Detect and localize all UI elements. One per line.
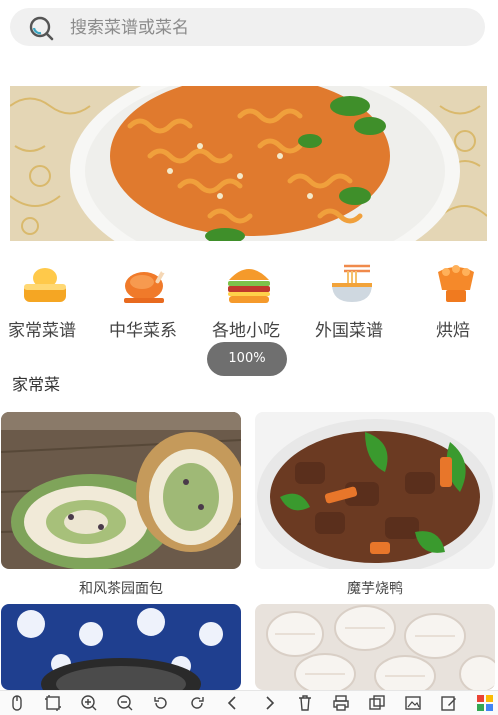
- image-viewer-toolbar: [0, 690, 498, 715]
- category-chinese-cuisine[interactable]: 中华菜系: [98, 258, 188, 348]
- noodle-bowl-icon: [332, 264, 372, 302]
- category-baking[interactable]: 烘焙: [408, 258, 498, 348]
- category-home-cooking[interactable]: 家常菜谱: [0, 258, 87, 348]
- zoom-in-icon[interactable]: [80, 694, 98, 712]
- next-icon[interactable]: [260, 694, 278, 712]
- pointer-icon[interactable]: [8, 694, 26, 712]
- category-label: 各地小吃: [212, 321, 280, 341]
- edit-icon[interactable]: [440, 694, 458, 712]
- category-label: 家常菜谱: [8, 321, 76, 341]
- category-row: 家常菜谱 中华菜系 各地小吃 外国菜谱 烘焙: [0, 258, 498, 348]
- recipe-image: [255, 604, 495, 690]
- category-local-snacks[interactable]: 各地小吃: [201, 258, 291, 348]
- copy-icon[interactable]: [368, 694, 386, 712]
- burger-icon: [228, 269, 270, 303]
- recipe-card[interactable]: 和风茶园面包: [1, 412, 241, 602]
- recipe-image: [1, 412, 241, 569]
- category-label: 外国菜谱: [315, 321, 383, 341]
- category-label: 中华菜系: [109, 321, 177, 341]
- matcha-bread-roll-photo: [1, 412, 241, 569]
- rotate-left-icon[interactable]: [152, 694, 170, 712]
- search-icon: [29, 16, 54, 41]
- recipe-name: 和风茶园面包: [79, 581, 163, 597]
- rotate-right-icon[interactable]: [188, 694, 206, 712]
- section-title: 家常菜: [12, 375, 61, 394]
- recipe-card[interactable]: [1, 604, 241, 690]
- recipe-card[interactable]: 魔芋烧鸭: [255, 412, 495, 602]
- cake-icon: [438, 265, 474, 302]
- crop-icon[interactable]: [44, 694, 62, 712]
- recipe-image: [255, 412, 495, 569]
- blue-white-porcelain-dish-photo: [1, 604, 241, 690]
- bread-bun-icon: [24, 268, 66, 302]
- fried-noodles-photo: [10, 86, 487, 241]
- recipe-name: 魔芋烧鸭: [347, 581, 403, 597]
- previous-icon[interactable]: [224, 694, 242, 712]
- banner-image[interactable]: [10, 86, 487, 241]
- image-icon[interactable]: [404, 694, 422, 712]
- delete-icon[interactable]: [296, 694, 314, 712]
- zoom-level-badge: 100%: [207, 342, 287, 376]
- zoom-out-icon[interactable]: [116, 694, 134, 712]
- recipe-image: [1, 604, 241, 690]
- print-icon[interactable]: [332, 694, 350, 712]
- search-input[interactable]: [68, 8, 472, 48]
- recipe-card[interactable]: [255, 604, 495, 690]
- roast-chicken-icon: [124, 267, 167, 303]
- category-label: 烘焙: [436, 321, 470, 341]
- braised-duck-with-peppers-photo: [255, 412, 495, 569]
- category-foreign-cuisine[interactable]: 外国菜谱: [304, 258, 394, 348]
- grid-icon[interactable]: [476, 694, 494, 712]
- search-bar[interactable]: [10, 8, 485, 48]
- squid-rolls-photo: [255, 604, 495, 690]
